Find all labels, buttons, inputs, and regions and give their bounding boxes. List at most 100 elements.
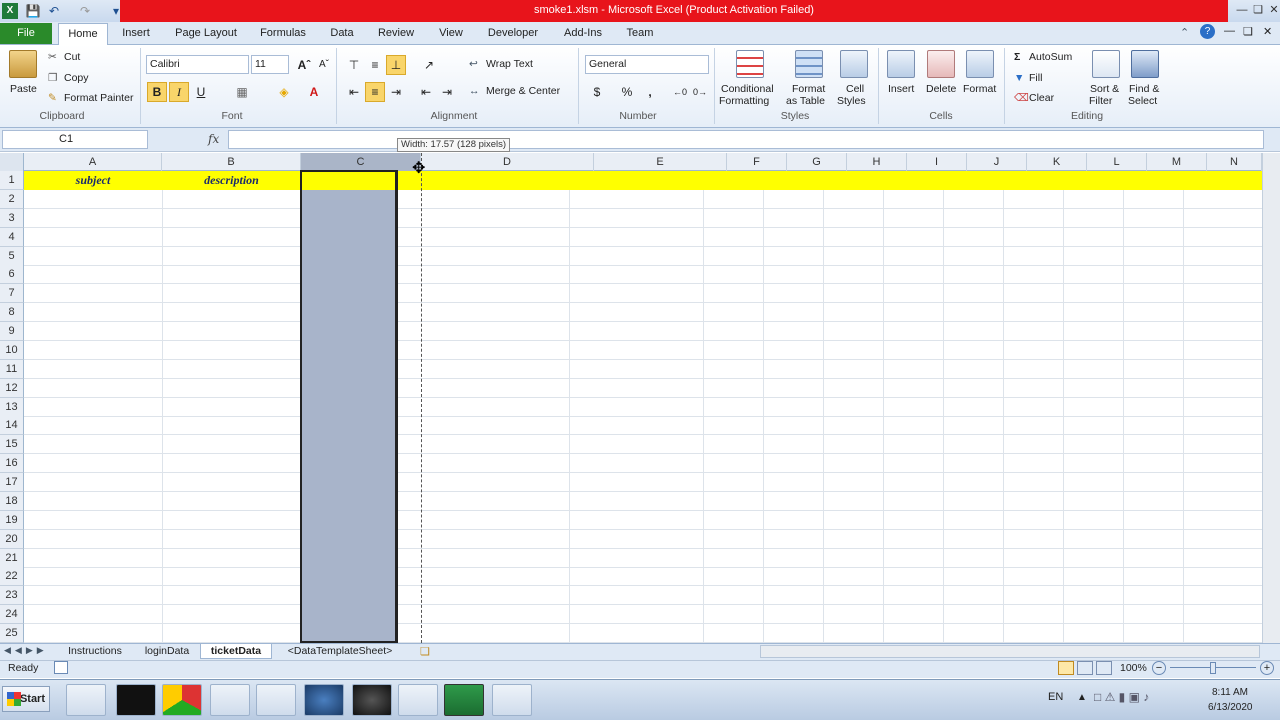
grow-font-icon[interactable]: Aˆ xyxy=(294,55,314,75)
number-format-dropdown[interactable]: General xyxy=(585,55,709,74)
insert-cells-button[interactable]: Insert xyxy=(888,83,914,95)
font-name-dropdown[interactable]: Calibri xyxy=(146,55,249,74)
zoom-slider-thumb[interactable] xyxy=(1210,662,1216,674)
row-header-15[interactable]: 15 xyxy=(0,435,24,454)
row-header-24[interactable]: 24 xyxy=(0,605,24,624)
row-header-7[interactable]: 7 xyxy=(0,284,24,303)
normal-view-icon[interactable] xyxy=(1058,661,1074,675)
align-middle-icon[interactable]: ≡ xyxy=(365,55,385,75)
bold-button[interactable]: B xyxy=(147,82,167,102)
align-top-icon[interactable]: ⊤ xyxy=(344,55,364,75)
excel-taskbar-icon[interactable] xyxy=(444,684,484,716)
comma-button[interactable]: , xyxy=(640,82,660,102)
find-select-label1[interactable]: Find & xyxy=(1129,83,1159,95)
italic-button[interactable]: I xyxy=(169,82,189,102)
autosum-button[interactable]: AutoSum xyxy=(1029,51,1072,63)
clear-button[interactable]: Clear xyxy=(1029,92,1054,104)
tab-file[interactable]: File xyxy=(0,23,52,44)
insert-function-icon[interactable]: fx xyxy=(208,130,226,149)
clock-date[interactable]: 6/13/2020 xyxy=(1208,702,1253,713)
conditional-formatting-label2[interactable]: Formatting xyxy=(719,95,769,107)
file-explorer-icon[interactable] xyxy=(66,684,106,716)
row-header-13[interactable]: 13 xyxy=(0,398,24,417)
column-header-b[interactable]: B xyxy=(162,153,301,171)
row-header-17[interactable]: 17 xyxy=(0,473,24,492)
column-header-l[interactable]: L xyxy=(1087,153,1147,171)
row-header-8[interactable]: 8 xyxy=(0,303,24,322)
insert-cells-icon[interactable] xyxy=(887,50,915,78)
security-tool-icon[interactable] xyxy=(210,684,250,716)
tab-page-layout[interactable]: Page Layout xyxy=(170,23,242,45)
underline-button[interactable]: U xyxy=(191,82,211,102)
tab-add-ins[interactable]: Add-Ins xyxy=(556,23,610,45)
start-button[interactable]: Start xyxy=(2,686,50,712)
minimize-ribbon-icon[interactable]: ⌃ xyxy=(1180,26,1189,39)
insert-sheet-icon[interactable]: ❏ xyxy=(420,645,430,658)
merge-center-button[interactable]: Merge & Center xyxy=(486,85,560,97)
column-header-h[interactable]: H xyxy=(847,153,907,171)
sheet-tab-instructions[interactable]: Instructions xyxy=(60,644,130,659)
row-header-10[interactable]: 10 xyxy=(0,341,24,360)
row-header-23[interactable]: 23 xyxy=(0,586,24,605)
app-icon[interactable] xyxy=(398,684,438,716)
wrap-text-button[interactable]: Wrap Text xyxy=(486,58,533,70)
copy-button[interactable]: Copy xyxy=(64,72,89,84)
cut-button[interactable]: Cut xyxy=(64,51,80,63)
column-header-i[interactable]: I xyxy=(907,153,967,171)
row-header-2[interactable]: 2 xyxy=(0,190,24,209)
zoom-in-icon[interactable]: + xyxy=(1260,661,1274,675)
tray-icons[interactable]: □ ⚠ ▮ ▣ ♪ xyxy=(1094,690,1149,704)
currency-button[interactable]: $ xyxy=(587,82,607,102)
row-header-6[interactable]: 6 xyxy=(0,265,24,284)
undo-icon[interactable]: ↶ xyxy=(46,3,62,19)
row-header-16[interactable]: 16 xyxy=(0,454,24,473)
chrome-icon[interactable] xyxy=(162,684,202,716)
command-prompt-icon[interactable] xyxy=(116,684,156,716)
conditional-formatting-icon[interactable] xyxy=(736,50,764,78)
column-header-f[interactable]: F xyxy=(727,153,787,171)
align-bottom-icon[interactable]: ⊥ xyxy=(386,55,406,75)
row-header-18[interactable]: 18 xyxy=(0,492,24,511)
align-center-icon[interactable]: ≡ xyxy=(365,82,385,102)
paste-icon[interactable] xyxy=(9,50,37,78)
align-left-icon[interactable]: ⇤ xyxy=(344,82,364,102)
sort-filter-label1[interactable]: Sort & xyxy=(1090,83,1119,95)
decrease-decimal-icon[interactable]: 0→ xyxy=(690,82,710,102)
cell-a1[interactable]: subject xyxy=(24,171,162,190)
sheet-nav-arrows-icon[interactable]: ◀◀▶▶ xyxy=(4,645,48,656)
doc-minimize-icon[interactable]: — xyxy=(1224,25,1235,37)
column-header-g[interactable]: G xyxy=(787,153,847,171)
vertical-scrollbar[interactable] xyxy=(1262,153,1280,643)
font-color-icon[interactable]: A xyxy=(304,82,324,102)
column-header-a[interactable]: A xyxy=(24,153,162,171)
row-header-11[interactable]: 11 xyxy=(0,360,24,379)
cell-styles-icon[interactable] xyxy=(840,50,868,78)
row-header-3[interactable]: 3 xyxy=(0,209,24,228)
row-header-22[interactable]: 22 xyxy=(0,567,24,586)
decrease-indent-icon[interactable]: ⇤ xyxy=(416,82,436,102)
name-box[interactable]: C1 xyxy=(2,130,148,149)
row-header-20[interactable]: 20 xyxy=(0,530,24,549)
fill-button[interactable]: Fill xyxy=(1029,72,1042,84)
format-as-table-label2[interactable]: as Table xyxy=(786,95,825,107)
notepad-icon[interactable] xyxy=(256,684,296,716)
redo-icon[interactable]: ↷ xyxy=(77,3,93,19)
delete-cells-button[interactable]: Delete xyxy=(926,83,956,95)
save-icon[interactable]: 💾 xyxy=(25,3,41,19)
tab-formulas[interactable]: Formulas xyxy=(254,23,312,45)
sheet-tab-datatemplatesheet[interactable]: <DataTemplateSheet> xyxy=(280,644,400,659)
doc-restore-icon[interactable]: ❏ xyxy=(1243,25,1253,38)
close-icon[interactable]: ✕ xyxy=(1264,2,1280,18)
row-header-4[interactable]: 4 xyxy=(0,228,24,247)
column-header-d[interactable]: D xyxy=(421,153,594,171)
row-header-12[interactable]: 12 xyxy=(0,379,24,398)
cell-styles-label1[interactable]: Cell xyxy=(846,83,864,95)
tab-view[interactable]: View xyxy=(432,23,470,45)
percent-button[interactable]: % xyxy=(617,82,637,102)
fill-color-icon[interactable]: ◈ xyxy=(274,82,294,102)
format-cells-icon[interactable] xyxy=(966,50,994,78)
row-header-9[interactable]: 9 xyxy=(0,322,24,341)
find-select-icon[interactable] xyxy=(1131,50,1159,78)
orientation-icon[interactable]: ↗ xyxy=(419,55,439,75)
page-layout-view-icon[interactable] xyxy=(1077,661,1093,675)
